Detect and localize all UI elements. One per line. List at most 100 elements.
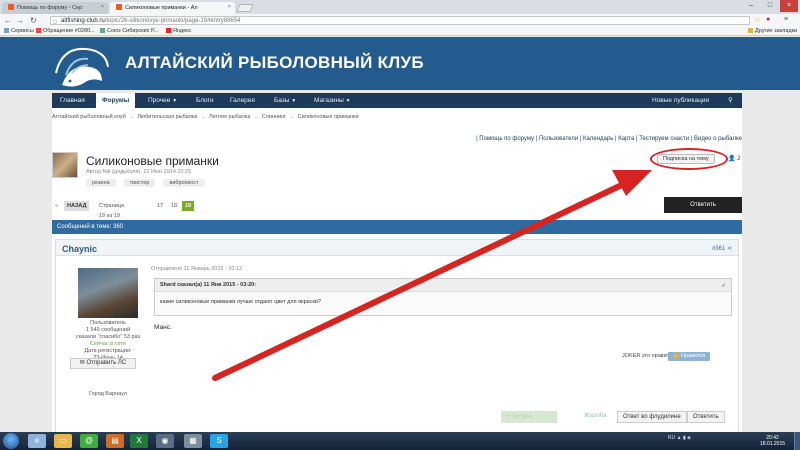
- user-posts-count: 1 549 сообщений: [85, 327, 131, 333]
- page-info[interactable]: Страница 19 из 19: [96, 201, 127, 219]
- arrow-right-icon: →: [200, 114, 207, 120]
- nav-other[interactable]: Прочее ▼: [142, 93, 183, 108]
- reload-icon[interactable]: ↻: [30, 16, 37, 25]
- excel-icon[interactable]: X: [130, 434, 148, 448]
- like-info[interactable]: JOKER это нравится: [622, 353, 675, 359]
- post-author[interactable]: Chaynic: [62, 244, 97, 254]
- like-button[interactable]: 👍 Нравится: [668, 352, 710, 361]
- bookmark-item[interactable]: Обращение #0280...: [36, 28, 95, 34]
- tab-label: Силиконовые приманки - Ал: [125, 5, 198, 11]
- browser-tab[interactable]: Помощь по форуму - Сер ×: [2, 2, 108, 14]
- maximize-icon[interactable]: □: [761, 0, 779, 12]
- topic-meta: Автор Nik (дядьКоля), 22 Июн 2014 20:25: [86, 169, 192, 175]
- quote-link-icon[interactable]: ↲: [721, 282, 726, 289]
- nav-new-posts[interactable]: Новые публикации: [646, 93, 715, 108]
- annotation-circle: [650, 148, 728, 170]
- site-header: АЛТАЙСКИЙ РЫБОЛОВНЫЙ КЛУБ: [0, 37, 800, 90]
- quote-button[interactable]: + Цитата: [501, 411, 557, 423]
- page-link[interactable]: 17: [154, 201, 166, 211]
- browser-tabstrip: Помощь по форуму - Сер × Силиконовые прим…: [0, 0, 800, 14]
- site-title[interactable]: АЛТАЙСКИЙ РЫБОЛОВНЫЙ КЛУБ: [125, 53, 424, 73]
- nav-bases[interactable]: Базы ▼: [268, 93, 302, 108]
- folder-icon: [748, 28, 753, 33]
- messenger-icon[interactable]: @: [80, 434, 98, 448]
- language-indicator[interactable]: RU: [668, 435, 675, 441]
- page-link[interactable]: 18: [168, 201, 180, 211]
- breadcrumb-item[interactable]: Силиконовые приманки: [298, 114, 359, 120]
- star-icon[interactable]: ☆: [754, 16, 760, 24]
- nav-label: Новые публикации: [652, 97, 710, 104]
- map-link[interactable]: Карта: [618, 136, 634, 142]
- send-pm-label: Отправить ЛС: [86, 360, 127, 366]
- new-tab-button[interactable]: [236, 4, 254, 12]
- other-bookmarks[interactable]: Другие закладки: [748, 28, 797, 34]
- folder-icon[interactable]: ▭: [54, 434, 72, 448]
- quote-text: какие силиконовые приманки лучше отдают …: [160, 299, 321, 305]
- skype-icon[interactable]: S: [210, 434, 228, 448]
- reply-post-button[interactable]: Ответить: [687, 411, 725, 423]
- reply-button[interactable]: Ответить: [664, 197, 742, 213]
- media-icon[interactable]: ▤: [106, 434, 124, 448]
- bookmark-item[interactable]: Сервисы: [4, 28, 34, 34]
- breadcrumb-item[interactable]: Спиннинг: [262, 114, 286, 120]
- nav-label: Форумы: [102, 97, 130, 104]
- fish-logo-icon[interactable]: [52, 43, 110, 89]
- calendar-link[interactable]: Календарь: [583, 136, 613, 142]
- post-number[interactable]: #361 ⋖: [712, 245, 732, 252]
- flood-reply-button[interactable]: Ответ во флудилине: [617, 411, 687, 423]
- nav-shops[interactable]: Магазины ▼: [308, 93, 357, 108]
- start-button[interactable]: [3, 433, 19, 449]
- breadcrumb-item[interactable]: Летняя рыбалка: [209, 114, 250, 120]
- back-icon[interactable]: ←: [4, 16, 12, 25]
- report-link[interactable]: Жалоба: [579, 411, 612, 423]
- close-tab-icon[interactable]: ×: [228, 4, 231, 10]
- topic-title: Силиконовые приманки: [86, 154, 219, 168]
- menu-icon[interactable]: ≡: [784, 16, 788, 23]
- nav-home[interactable]: Главная: [54, 93, 91, 108]
- thumb-up-icon: 👍: [672, 353, 680, 359]
- post-date: Отправлено 11 Январь 2015 - 10:12: [151, 266, 243, 272]
- prev-page-button[interactable]: НАЗАД: [64, 201, 90, 211]
- followers-count[interactable]: 👤 2: [728, 155, 741, 162]
- user-role: Пользователь: [90, 320, 126, 326]
- video-link[interactable]: Видео о рыбалке: [694, 136, 742, 142]
- browser-tab-active[interactable]: Силиконовые приманки - Ал ×: [110, 2, 235, 14]
- followers-count-value: 2: [737, 156, 741, 162]
- clock[interactable]: 20:42 18.01.2015: [760, 435, 785, 447]
- nav-label: Магазины: [314, 97, 344, 104]
- arrow-right-icon: →: [253, 114, 259, 120]
- nav-forums[interactable]: Форумы: [96, 93, 136, 108]
- quote-button-label: Цитата: [512, 414, 532, 420]
- topic-author-avatar[interactable]: [52, 152, 78, 178]
- tag[interactable]: виброхвост: [163, 179, 205, 187]
- share-icon[interactable]: ⋖: [727, 246, 732, 252]
- minimize-icon[interactable]: –: [742, 0, 760, 12]
- location-icon[interactable]: ⚲: [722, 93, 739, 108]
- show-desktop-button[interactable]: [794, 432, 800, 450]
- breadcrumb-item[interactable]: Любительская рыбалка: [137, 114, 197, 120]
- users-link[interactable]: Пользователи: [539, 136, 578, 142]
- tag[interactable]: твистер: [123, 179, 156, 187]
- site-favicon-icon: [8, 4, 14, 10]
- chrome-icon[interactable]: ◉: [156, 434, 174, 448]
- nav-blogs[interactable]: Блоги: [190, 93, 220, 108]
- close-tab-icon[interactable]: ×: [101, 4, 104, 10]
- tests-link[interactable]: Тестируем снасти: [639, 136, 689, 142]
- close-window-icon[interactable]: ×: [780, 0, 798, 12]
- user-avatar[interactable]: [78, 268, 138, 318]
- main-nav: Главная Форумы Прочее ▼ Блоги Галерея Ба…: [52, 93, 742, 108]
- help-link[interactable]: Помощь по форуму: [479, 136, 534, 142]
- url-field[interactable]: ◻ altfishing-club.ru/topic/26-silikonovy…: [50, 16, 750, 25]
- send-pm-button[interactable]: ✉ Отправить ЛС: [70, 358, 136, 369]
- breadcrumb-item[interactable]: Алтайский рыболовный клуб: [52, 114, 126, 120]
- bookmark-item[interactable]: Союз Сибирских Р...: [100, 28, 158, 34]
- tag[interactable]: резина: [86, 179, 116, 187]
- extension-icon[interactable]: ●: [766, 16, 770, 23]
- bookmark-item[interactable]: Яндекс: [166, 28, 192, 34]
- page-icon: [100, 28, 105, 33]
- nav-gallery[interactable]: Галерея: [224, 93, 261, 108]
- first-page-icon[interactable]: «: [52, 201, 61, 211]
- forward-icon[interactable]: →: [16, 16, 24, 25]
- explorer-icon[interactable]: e: [28, 434, 46, 448]
- document-icon[interactable]: ▦: [184, 434, 202, 448]
